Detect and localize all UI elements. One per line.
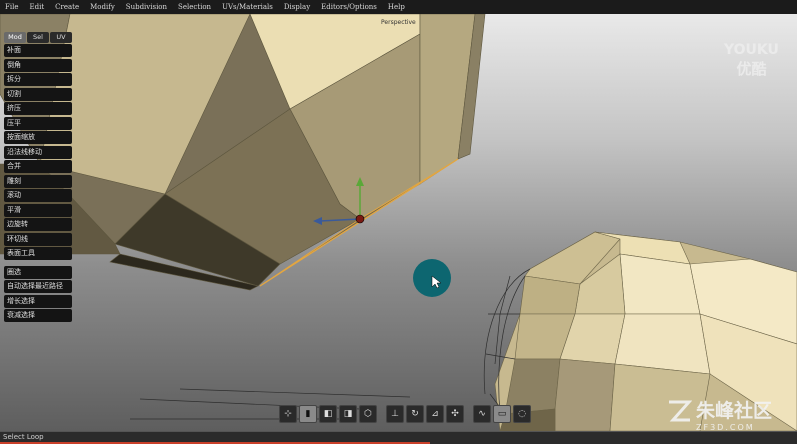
- menu-item-file[interactable]: File: [0, 3, 24, 11]
- youku-watermark: YOUKU 优酷: [724, 42, 779, 79]
- tab-uv[interactable]: UV: [50, 32, 72, 43]
- face-mode-icon[interactable]: ▮: [299, 405, 317, 423]
- menu-item-selection[interactable]: Selection: [173, 3, 217, 11]
- menu-item-editorsoptions[interactable]: Editors/Options: [316, 3, 383, 11]
- select-tool-button[interactable]: 增长选择: [4, 294, 72, 308]
- tool-button[interactable]: 挤压: [4, 102, 72, 115]
- curve-icon[interactable]: ∿: [473, 405, 491, 423]
- tool-button[interactable]: 环切线: [4, 232, 72, 246]
- move-icon[interactable]: ⊥: [386, 405, 404, 423]
- tool-button[interactable]: 按面缩放: [4, 131, 72, 144]
- site-watermark: 朱峰社区 ZF3D.COM: [668, 396, 772, 431]
- youku-logo-text: YOUKU: [724, 42, 779, 58]
- tool-button[interactable]: 合并: [4, 160, 72, 173]
- tool-button[interactable]: 滚动: [4, 189, 72, 202]
- upper-mesh: [0, 14, 486, 291]
- menu-item-help[interactable]: Help: [383, 3, 411, 11]
- select-tool-button[interactable]: 圈选: [4, 265, 72, 279]
- tool-button[interactable]: 压平: [4, 116, 72, 130]
- menu-item-create[interactable]: Create: [50, 3, 85, 11]
- cursor-highlight: [413, 259, 451, 297]
- tool-button[interactable]: 拆分: [4, 73, 72, 86]
- menu-item-display[interactable]: Display: [279, 3, 316, 11]
- site-url: ZF3D.COM: [696, 423, 755, 431]
- panel-tabs: Mod Sel UV: [4, 32, 72, 43]
- rect-select-icon[interactable]: ▭: [493, 405, 511, 423]
- viewport-label: Perspective: [381, 19, 416, 26]
- tool-button[interactable]: 补面: [4, 44, 72, 57]
- tool-button[interactable]: 边旋转: [4, 218, 72, 231]
- universal-icon[interactable]: ✣: [446, 405, 464, 423]
- pivot-icon[interactable]: ⊹: [279, 405, 297, 423]
- mouse-pointer-icon: [431, 275, 442, 289]
- tool-button[interactable]: 表面工具: [4, 247, 72, 260]
- scale-icon[interactable]: ⊿: [426, 405, 444, 423]
- status-bar: Select Loop: [0, 431, 797, 444]
- tool-button[interactable]: 切割: [4, 87, 72, 101]
- 3d-viewport[interactable]: Perspective Mod Sel UV 补面 倒角 拆分 切割 挤压 压平 按面缩放 沿法线…: [0, 14, 797, 431]
- menu-item-edit[interactable]: Edit: [24, 3, 50, 11]
- tab-mod[interactable]: Mod: [4, 32, 26, 43]
- select-tool-button[interactable]: 自动选择最近路径: [4, 280, 72, 293]
- site-logo-icon: [669, 400, 692, 422]
- bottom-toolbar: ⊹ ▮ ◧ ◨ ⬡ ⊥ ↻ ⊿ ✣ ∿ ▭ ◌: [279, 405, 531, 423]
- status-text: Select Loop: [3, 433, 44, 441]
- tool-button[interactable]: 倒角: [4, 58, 72, 72]
- menu-item-uvsmaterials[interactable]: UVs/Materials: [217, 3, 279, 11]
- tool-button[interactable]: 平滑: [4, 203, 72, 217]
- select-tool-button[interactable]: 衰减选择: [4, 309, 72, 322]
- lasso-select-icon[interactable]: ◌: [513, 405, 531, 423]
- modify-tools: 补面 倒角 拆分 切割 挤压 压平 按面缩放 沿法线移动 合并 雕刻 滚动 平滑 边旋转 环切线 表面工具: [4, 44, 72, 260]
- menu-item-subdivision[interactable]: Subdivision: [121, 3, 173, 11]
- mesh-scene[interactable]: [0, 14, 797, 431]
- cube-icon[interactable]: ◧: [319, 405, 337, 423]
- tool-panel: Mod Sel UV 补面 倒角 拆分 切割 挤压 压平 按面缩放 沿法线移动 合并 雕刻 滚动 平滑 边旋…: [4, 32, 72, 324]
- site-name: 朱峰社区: [696, 400, 773, 422]
- menu-item-modify[interactable]: Modify: [85, 3, 121, 11]
- menu-bar: File Edit Create Modify Subdivision Selection…: [0, 0, 797, 14]
- tool-button[interactable]: 雕刻: [4, 174, 72, 188]
- wireframe-mesh: [130, 268, 531, 420]
- youku-logo-cn: 优酷: [736, 60, 767, 78]
- cube-shaded-icon[interactable]: ◨: [339, 405, 357, 423]
- tab-sel[interactable]: Sel: [27, 32, 49, 43]
- cube-outline-icon[interactable]: ⬡: [359, 405, 377, 423]
- rotate-icon[interactable]: ↻: [406, 405, 424, 423]
- tool-button[interactable]: 沿法线移动: [4, 145, 72, 159]
- select-tools: 圈选 自动选择最近路径 增长选择 衰减选择: [4, 265, 72, 322]
